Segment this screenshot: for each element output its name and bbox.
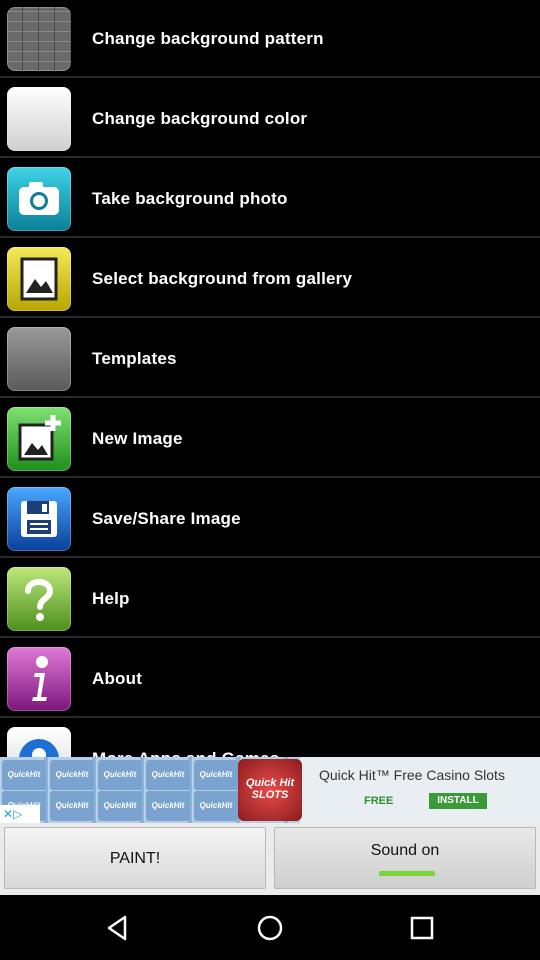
brick-pattern-icon: [7, 7, 71, 71]
ad-tile: QuickHit: [146, 791, 190, 821]
menu-item-label: Help: [92, 589, 130, 608]
menu-item-save-share-image[interactable]: Save/Share Image: [0, 480, 540, 558]
menu-item-templates[interactable]: Templates: [0, 320, 540, 398]
ad-banner[interactable]: QuickHit QuickHit QuickHit QuickHit Quic…: [0, 757, 540, 823]
menu-item-label: More Apps and Games: [92, 720, 279, 757]
templates-icon: [7, 327, 71, 391]
paint-button[interactable]: PAINT!: [4, 827, 266, 889]
floppy-disk-icon: [7, 487, 71, 551]
new-image-icon: [7, 407, 71, 471]
menu-item-take-background-photo[interactable]: Take background photo: [0, 160, 540, 238]
sound-toggle-button[interactable]: Sound on: [274, 827, 536, 889]
options-menu: Change background pattern Change backgro…: [0, 0, 540, 757]
ad-tile: QuickHit: [98, 760, 142, 790]
ad-install-button[interactable]: INSTALL: [429, 793, 487, 809]
menu-item-label: New Image: [92, 429, 183, 448]
menu-item-change-background-color[interactable]: Change background color: [0, 80, 540, 158]
question-mark-icon: [7, 567, 71, 631]
ad-title: Quick Hit™ Free Casino Slots: [319, 767, 505, 783]
ad-tile: QuickHit: [194, 760, 238, 790]
ad-tile: QuickHit: [50, 760, 94, 790]
back-icon[interactable]: [103, 913, 133, 943]
ad-tile: QuickHit: [98, 791, 142, 821]
color-swatch-icon: [7, 87, 71, 151]
menu-item-select-background-from-gallery[interactable]: Select background from gallery: [0, 240, 540, 318]
ad-app-logo: Quick Hit SLOTS: [238, 759, 302, 821]
menu-item-label: Change background color: [92, 109, 308, 128]
home-icon[interactable]: [255, 913, 285, 943]
more-apps-icon: [7, 727, 71, 757]
menu-item-label: Select background from gallery: [92, 269, 353, 288]
menu-item-label: Change background pattern: [92, 29, 324, 48]
system-nav-bar: [0, 895, 540, 960]
menu-item-label: About: [92, 669, 143, 688]
menu-item-new-image[interactable]: New Image: [0, 400, 540, 478]
ad-close-icon[interactable]: ✕▷: [0, 805, 40, 823]
bottom-bar: PAINT! Sound on: [0, 823, 540, 895]
ad-free-label: FREE: [364, 795, 394, 807]
menu-item-help[interactable]: Help: [0, 560, 540, 638]
sound-on-indicator: [379, 871, 435, 876]
camera-icon: [7, 167, 71, 231]
info-icon: [7, 647, 71, 711]
menu-item-label: Save/Share Image: [92, 509, 241, 528]
sound-toggle-label: Sound on: [370, 842, 440, 859]
menu-item-about[interactable]: About: [0, 640, 540, 718]
ad-tile: QuickHit: [2, 760, 46, 790]
ad-tile: QuickHit: [194, 791, 238, 821]
menu-item-label: Templates: [92, 349, 177, 368]
menu-item-label: Take background photo: [92, 189, 288, 208]
menu-item-change-background-pattern[interactable]: Change background pattern: [0, 0, 540, 78]
recents-icon[interactable]: [407, 913, 437, 943]
ad-logo-text: Quick Hit SLOTS: [245, 777, 295, 801]
gallery-icon: [7, 247, 71, 311]
ad-tile: QuickHit: [146, 760, 190, 790]
ad-tile: QuickHit: [50, 791, 94, 821]
menu-item-more-apps-and-games[interactable]: More Apps and Games: [0, 720, 540, 757]
